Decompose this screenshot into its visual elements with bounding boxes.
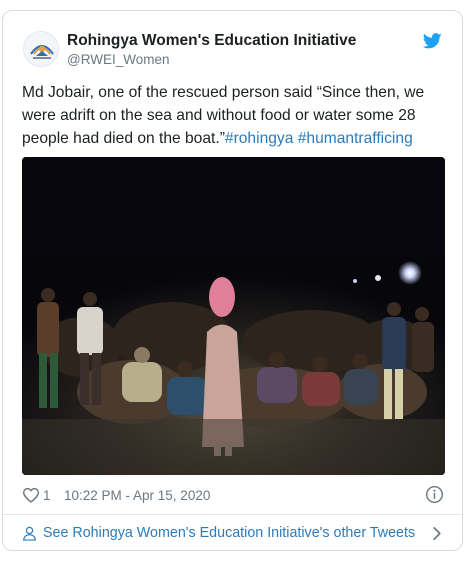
tweet-meta: 1 10:22 PM - Apr 15, 2020 [3, 485, 462, 509]
photo-image [22, 157, 445, 475]
see-other-tweets-label[interactable]: See Rohingya Women's Education Initiativ… [43, 525, 415, 541]
like-count[interactable]: 1 [43, 488, 51, 503]
hashtag-humantrafficing[interactable]: #humantrafficing [298, 130, 413, 147]
chevron-right-icon[interactable] [432, 526, 442, 541]
embedded-tweet-card: Rohingya Women's Education Initiative @R… [2, 10, 463, 551]
person-icon [23, 526, 36, 541]
avatar-logo [25, 33, 58, 66]
tweet-header: Rohingya Women's Education Initiative @R… [3, 11, 462, 73]
info-icon[interactable] [425, 485, 444, 504]
author-name[interactable]: Rohingya Women's Education Initiative [67, 32, 356, 50]
author-handle[interactable]: @RWEI_Women [67, 52, 169, 67]
hashtag-rohingya[interactable]: #rohingya [225, 130, 294, 147]
twitter-bird-icon[interactable] [423, 33, 442, 49]
author-avatar[interactable] [23, 31, 59, 67]
tweet-timestamp[interactable]: 10:22 PM - Apr 15, 2020 [64, 488, 210, 503]
tweet-text: Md Jobair, one of the rescued person sai… [22, 81, 442, 150]
tweet-photo[interactable] [22, 157, 445, 475]
heart-icon[interactable] [22, 487, 40, 503]
see-other-tweets-link[interactable]: See Rohingya Women's Education Initiativ… [3, 515, 462, 550]
